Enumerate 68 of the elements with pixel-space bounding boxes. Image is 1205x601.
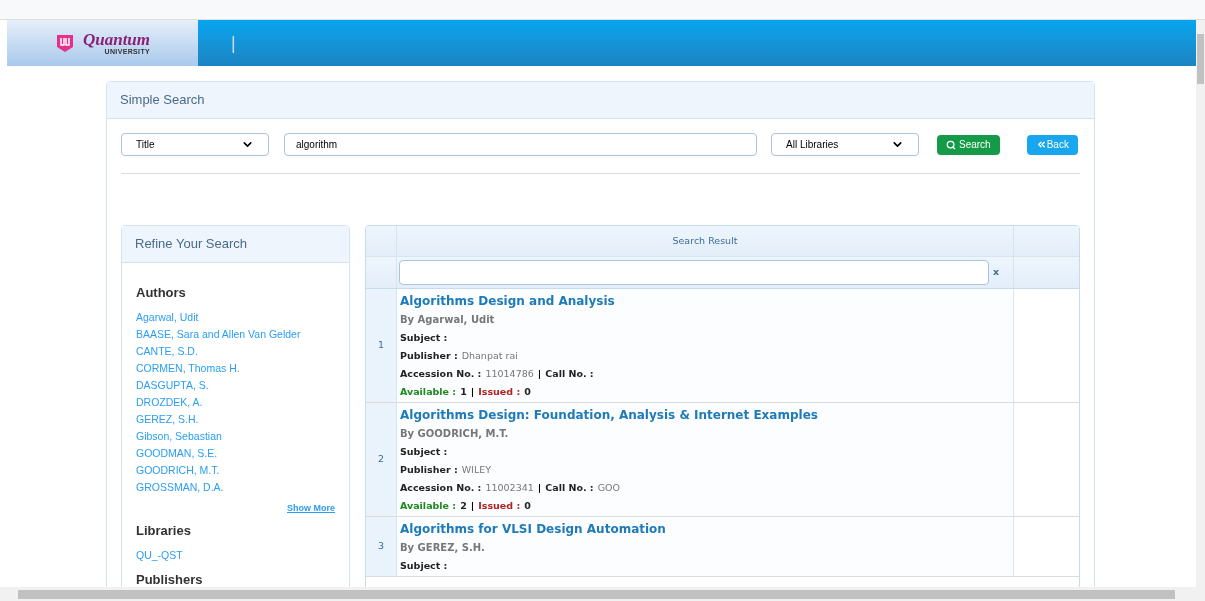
facet-heading: Libraries [136,522,192,540]
book-title-link[interactable]: Algorithms for VLSI Design Automation [400,523,666,536]
book-title-link[interactable]: Algorithms Design and Analysis [400,295,615,308]
facet-link[interactable]: CANTE, S.D. [136,342,198,360]
field-label: Call No. : [545,367,594,380]
separator: | [537,367,542,380]
header-divider: | [231,31,236,55]
facet-link[interactable]: CORMEN, Thomas H. [136,359,240,377]
facet-heading: Authors [136,284,187,302]
row-number: 3 [377,539,384,554]
scrollbar-thumb[interactable] [1197,34,1204,84]
facet-link[interactable]: Agarwal, Udit [136,308,199,326]
facet-link[interactable]: GEREZ, S.H. [136,410,199,428]
shield-logo-icon [54,33,75,53]
facet-link[interactable]: GOODMAN, S.E. [136,444,218,462]
field-label: Accession No. : [400,481,482,494]
search-icon [946,139,956,150]
row-number: 1 [377,338,384,353]
field-value: 11014786 [485,367,534,380]
field-label: Call No. : [545,481,594,494]
field-label: Publisher : [400,464,458,475]
field-value: GOO [597,481,620,494]
facet-heading: Publishers [136,570,204,589]
book-author: By GOODRICH, M.T. [400,427,510,440]
field-value: 0 [524,385,531,398]
field-label: Issued : [478,385,521,398]
book-author: By Agarwal, Udit [400,313,496,326]
search-button[interactable]: Search [937,134,1000,155]
facet-link[interactable]: DASGUPTA, S. [136,376,209,394]
separator: | [537,481,542,494]
library-select[interactable]: All Libraries [771,133,919,156]
facet-link[interactable]: GOODRICH, M.T. [136,461,220,479]
field-value: 2 [460,499,467,512]
field-label: Available : [400,385,457,398]
double-chevron-left-icon [1035,139,1047,150]
field-value: Dhanpat rai [461,350,518,361]
field-label: Issued : [478,499,521,512]
panel-title: Simple Search [120,91,205,110]
row-number: 2 [377,452,384,467]
field-label: Accession No. : [400,367,482,380]
refine-title: Refine Your Search [135,235,248,254]
separator: | [470,499,475,512]
facet-link[interactable]: GROSSMAN, D.A. [136,478,224,496]
separator: | [470,385,475,398]
facet-link[interactable]: DROZDEK, A. [136,393,203,411]
logo-name: Quantum [82,31,151,48]
field-value: 11002341 [485,481,534,494]
field-label: Subject : [400,560,448,571]
book-author: By GEREZ, S.H. [400,541,486,554]
column-header: Search Result [672,233,738,248]
field-select[interactable]: Title [121,133,269,156]
book-title-link[interactable]: Algorithms Design: Foundation, Analysis & Internet Examples [400,409,818,422]
clear-filter[interactable]: x [993,265,1000,280]
scrollbar-thumb[interactable] [18,589,1175,599]
field-label: Available : [400,499,457,512]
field-label: Subject : [400,446,448,457]
field-value: 1 [460,385,467,398]
field-label: Subject : [400,332,448,343]
facet-link[interactable]: QU_-QST [136,546,183,564]
search-input[interactable]: algorithm [284,133,757,156]
show-more-link[interactable]: Show More [287,501,335,515]
field-value: WILEY [461,464,491,475]
facet-link[interactable]: BAASE, Sara and Allen Van Gelder [136,325,301,343]
field-value: 0 [524,499,531,512]
back-button[interactable]: Back [1026,134,1078,155]
field-label: Publisher : [400,350,458,361]
facet-link[interactable]: Gibson, Sebastian [136,427,222,445]
filter-input[interactable] [399,260,989,285]
